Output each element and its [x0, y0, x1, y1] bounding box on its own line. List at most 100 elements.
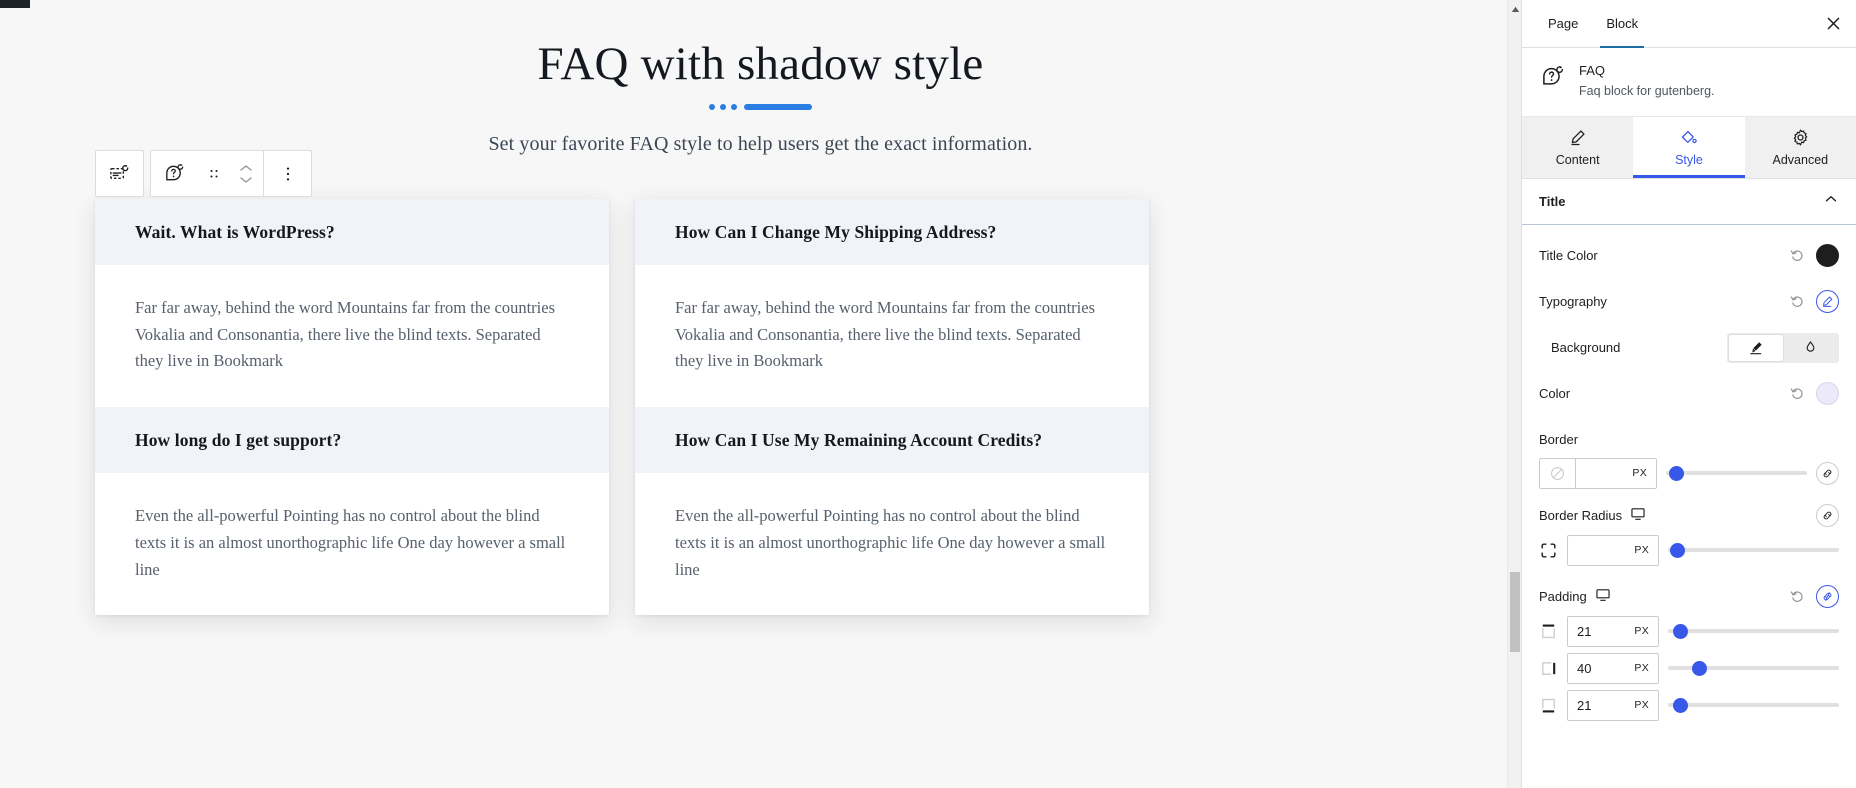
- slider-track: [1668, 548, 1839, 552]
- control-border-width: PX: [1522, 455, 1856, 492]
- padding-top-unit[interactable]: PX: [1634, 625, 1658, 637]
- title-color-swatch[interactable]: [1816, 244, 1839, 267]
- background-label: Background: [1539, 340, 1620, 355]
- padding-label: Padding: [1539, 589, 1587, 604]
- tab-page[interactable]: Page: [1534, 0, 1592, 47]
- border-width-slider[interactable]: [1666, 464, 1807, 482]
- border-width-unit[interactable]: PX: [1632, 467, 1656, 479]
- canvas-scrollbar-thumb[interactable]: [1510, 572, 1520, 652]
- slider-track: [1668, 703, 1839, 707]
- faq-item[interactable]: How Can I Use My Remaining Account Credi…: [635, 407, 1149, 615]
- title-divider: [0, 103, 1521, 111]
- slider-knob[interactable]: [1669, 466, 1684, 481]
- editor-canvas: FAQ with shadow style Set your favorite …: [0, 0, 1521, 788]
- faq-question-header[interactable]: How Can I Use My Remaining Account Credi…: [635, 407, 1149, 473]
- tab-block[interactable]: Block: [1592, 0, 1652, 47]
- radius-all-corners-icon: [1539, 541, 1558, 560]
- border-radius-unit[interactable]: PX: [1634, 544, 1658, 556]
- reset-icon[interactable]: [1790, 294, 1805, 309]
- panel-title-label: Title: [1539, 194, 1566, 209]
- tab-content[interactable]: Content: [1522, 117, 1633, 178]
- faq-answer-body: Even the all-powerful Pointing has no co…: [95, 473, 609, 615]
- faq-grid: Wait. What is WordPress? Far far away, b…: [95, 199, 1152, 615]
- select-parent-block-button[interactable]: [96, 151, 143, 196]
- padding-top-value[interactable]: 21: [1568, 624, 1634, 639]
- slider-knob[interactable]: [1673, 698, 1688, 713]
- padding-top-field[interactable]: 21 PX: [1567, 616, 1659, 647]
- chevron-up-icon: [237, 163, 255, 174]
- scroll-up-arrow-icon[interactable]: [1508, 2, 1521, 16]
- block-description: Faq block for gutenberg.: [1579, 82, 1715, 100]
- divider-dot-icon: [731, 104, 737, 110]
- faq-question-header[interactable]: Wait. What is WordPress?: [95, 199, 609, 265]
- padding-bottom-value[interactable]: 21: [1568, 698, 1634, 713]
- border-style-and-width-field[interactable]: PX: [1539, 458, 1657, 489]
- control-background-color: Color: [1522, 375, 1856, 413]
- padding-right-icon: [1539, 659, 1558, 678]
- slider-track: [1666, 471, 1807, 475]
- typography-edit-button[interactable]: [1816, 290, 1839, 313]
- parent-block-icon: [108, 162, 131, 185]
- border-radius-group-header: Border Radius: [1522, 500, 1856, 532]
- faq-question-text: Wait. What is WordPress?: [135, 222, 335, 243]
- admin-bar-strip: [0, 0, 30, 8]
- border-radius-field[interactable]: PX: [1567, 535, 1659, 566]
- padding-bottom-field[interactable]: 21 PX: [1567, 690, 1659, 721]
- panel-header-title[interactable]: Title: [1522, 179, 1856, 225]
- faq-item[interactable]: Wait. What is WordPress? Far far away, b…: [95, 199, 609, 407]
- block-movers-button[interactable]: [229, 151, 263, 196]
- border-link-sides-button[interactable]: [1816, 462, 1839, 485]
- padding-unlink-sides-button[interactable]: [1816, 585, 1839, 608]
- faq-question-header[interactable]: How Can I Change My Shipping Address?: [635, 199, 1149, 265]
- background-gradient-option[interactable]: [1783, 335, 1837, 361]
- padding-right-field[interactable]: 40 PX: [1567, 653, 1659, 684]
- faq-question-header[interactable]: How long do I get support?: [95, 407, 609, 473]
- triangle-up-icon: [1511, 6, 1520, 13]
- desktop-icon[interactable]: [1595, 587, 1611, 606]
- faq-answer-text: Even the all-powerful Pointing has no co…: [135, 503, 569, 583]
- padding-top-slider[interactable]: [1668, 622, 1839, 640]
- pencil-icon: [1821, 295, 1834, 308]
- background-color-swatch[interactable]: [1816, 382, 1839, 405]
- divider-dot-icon: [720, 104, 726, 110]
- faq-block-icon: [163, 162, 186, 185]
- link-icon: [1821, 467, 1834, 480]
- block-tools-group: [150, 150, 312, 197]
- reset-icon[interactable]: [1790, 386, 1805, 401]
- padding-top-icon: [1539, 622, 1558, 641]
- block-card: FAQ Faq block for gutenberg.: [1522, 48, 1856, 117]
- border-radius-slider[interactable]: [1668, 541, 1839, 559]
- slider-knob[interactable]: [1670, 543, 1685, 558]
- padding-bottom-slider[interactable]: [1668, 696, 1839, 714]
- faq-block-icon: [1540, 64, 1566, 90]
- faq-item[interactable]: How Can I Change My Shipping Address? Fa…: [635, 199, 1149, 407]
- block-type-button[interactable]: [151, 151, 198, 196]
- canvas-scrollbar[interactable]: [1507, 0, 1521, 788]
- paint-drop-icon: [1679, 128, 1698, 148]
- drag-handle-button[interactable]: [198, 151, 229, 196]
- padding-right-slider[interactable]: [1668, 659, 1839, 677]
- desktop-icon[interactable]: [1630, 506, 1646, 525]
- border-style-none-icon[interactable]: [1540, 459, 1576, 488]
- background-classic-option[interactable]: [1729, 335, 1783, 361]
- padding-right-unit[interactable]: PX: [1634, 662, 1658, 674]
- block-options-button[interactable]: [264, 151, 311, 196]
- wordpress-block-editor: FAQ with shadow style Set your favorite …: [0, 0, 1856, 788]
- reset-icon[interactable]: [1790, 589, 1805, 604]
- tab-style-label: Style: [1675, 153, 1703, 167]
- slider-knob[interactable]: [1692, 661, 1707, 676]
- padding-right-value[interactable]: 40: [1568, 661, 1634, 676]
- border-group-label: Border: [1522, 425, 1856, 455]
- padding-bottom-unit[interactable]: PX: [1634, 699, 1658, 711]
- background-type-toggle: [1727, 333, 1839, 363]
- tab-style[interactable]: Style: [1633, 117, 1744, 178]
- post-content: FAQ with shadow style Set your favorite …: [0, 0, 1521, 788]
- border-radius-link-button[interactable]: [1816, 504, 1839, 527]
- close-settings-button[interactable]: [1810, 0, 1856, 47]
- tab-advanced[interactable]: Advanced: [1745, 117, 1856, 178]
- slider-knob[interactable]: [1673, 624, 1688, 639]
- reset-icon[interactable]: [1790, 248, 1805, 263]
- faq-item[interactable]: How long do I get support? Even the all-…: [95, 407, 609, 615]
- faq-answer-body: Far far away, behind the word Mountains …: [95, 265, 609, 407]
- typography-label: Typography: [1539, 294, 1607, 309]
